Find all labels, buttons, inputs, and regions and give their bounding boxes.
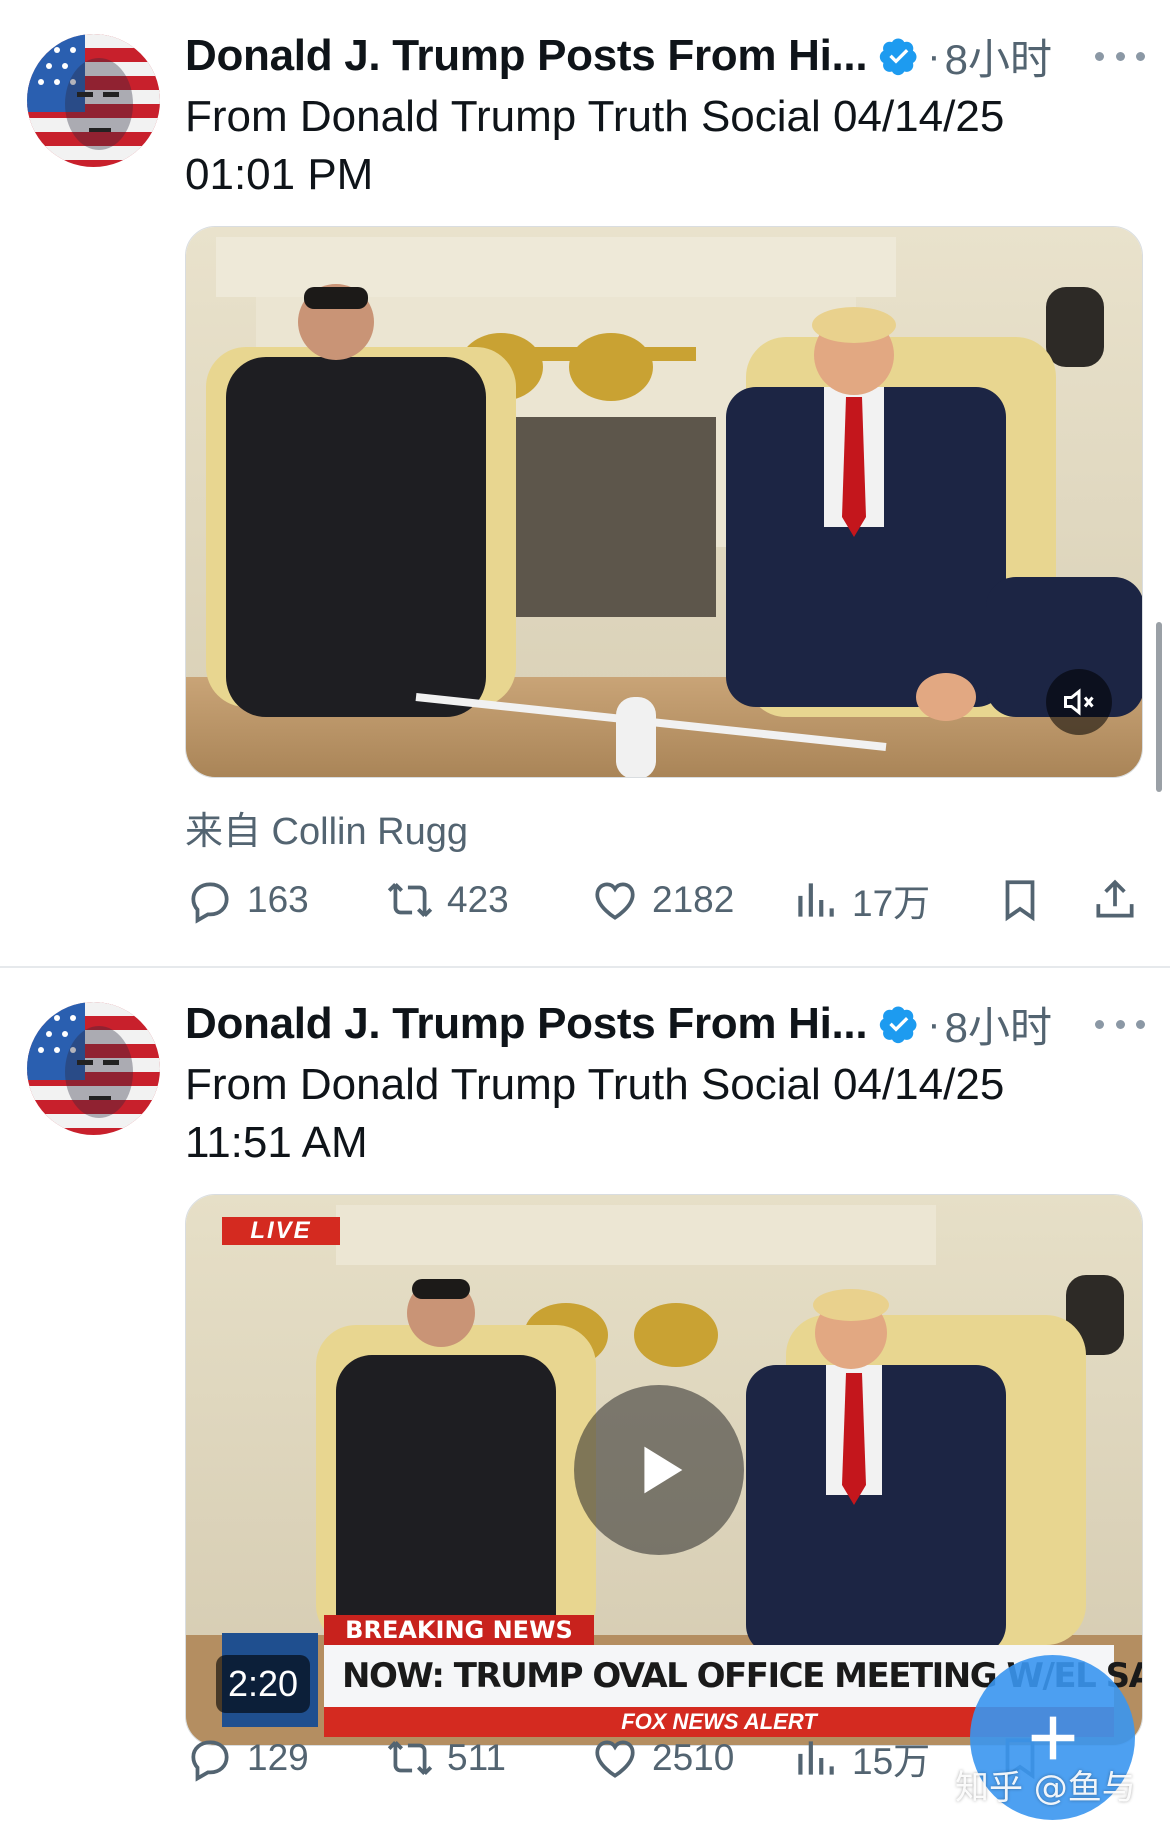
tweet-text-line: 01:01 PM	[185, 150, 374, 199]
retweet-icon	[387, 1741, 433, 1775]
retweet-button[interactable]: 511	[385, 1728, 506, 1788]
bookmark-button[interactable]	[995, 870, 1045, 930]
timestamp[interactable]: 8小时	[945, 26, 1052, 87]
like-button[interactable]: 2510	[590, 1728, 734, 1788]
tweet-text: From Donald Trump Truth Social 04/14/25 …	[185, 1056, 1085, 1172]
source-attribution[interactable]: 来自 Collin Rugg	[185, 800, 468, 855]
scrollbar[interactable]	[1156, 622, 1162, 792]
verified-badge-icon	[880, 38, 917, 76]
video-duration: 2:20	[216, 1655, 311, 1713]
separator: ·	[927, 33, 941, 78]
views-button[interactable]: 17万	[790, 870, 930, 930]
avatar[interactable]	[27, 1002, 160, 1135]
verified-badge-icon	[880, 1006, 917, 1044]
play-icon[interactable]	[574, 1385, 744, 1555]
tweet-text-line: 11:51 AM	[185, 1118, 368, 1167]
like-count: 2182	[652, 879, 735, 920]
like-button[interactable]: 2182	[590, 870, 734, 930]
views-icon	[798, 1741, 834, 1775]
share-button[interactable]	[1090, 870, 1140, 930]
video-frame	[186, 227, 1142, 777]
like-icon	[595, 1740, 635, 1778]
watermark: 知乎 @鱼与	[955, 1768, 1136, 1808]
tweet-card[interactable]: Donald J. Trump Posts From Hi... · 8小时 F…	[0, 0, 1170, 966]
mute-icon[interactable]	[1046, 669, 1112, 735]
retweet-count: 511	[447, 1737, 506, 1778]
more-icon[interactable]	[1095, 1002, 1145, 1046]
retweet-button[interactable]: 423	[385, 870, 509, 930]
timestamp[interactable]: 8小时	[945, 994, 1052, 1055]
avatar[interactable]	[27, 34, 160, 167]
bookmark-icon	[1005, 880, 1035, 922]
retweet-icon	[387, 883, 433, 917]
video-player[interactable]	[185, 226, 1143, 778]
views-button[interactable]: 15万	[790, 1728, 930, 1788]
share-icon	[1096, 879, 1134, 918]
like-icon	[595, 882, 635, 920]
reply-button[interactable]: 163	[185, 870, 309, 930]
breaking-news-banner: BREAKING NEWS	[324, 1615, 594, 1645]
author-name[interactable]: Donald J. Trump Posts From Hi...	[185, 999, 868, 1049]
video-player[interactable]: LIVE BREAKING NEWS NOW: TRUMP OVAL OFFIC…	[185, 1194, 1143, 1746]
tweet-text: From Donald Trump Truth Social 04/14/25 …	[185, 88, 1085, 204]
tweet-text-line: From Donald Trump Truth Social 04/14/25	[185, 1060, 1005, 1109]
like-count: 2510	[652, 1737, 735, 1778]
views-count: 17万	[852, 883, 931, 924]
live-badge: LIVE	[222, 1217, 340, 1245]
more-icon[interactable]	[1095, 34, 1145, 78]
views-icon	[798, 883, 834, 917]
tweet-text-line: From Donald Trump Truth Social 04/14/25	[185, 92, 1005, 141]
reply-count: 129	[247, 1737, 309, 1778]
reply-count: 163	[247, 879, 309, 920]
author-name[interactable]: Donald J. Trump Posts From Hi...	[185, 31, 868, 81]
reply-button[interactable]: 129	[185, 1728, 309, 1788]
retweet-count: 423	[447, 879, 509, 920]
reply-icon	[191, 882, 229, 924]
action-bar: 163 423 2182 17万	[185, 870, 1145, 930]
reply-icon	[191, 1740, 229, 1782]
separator: ·	[927, 1001, 941, 1046]
views-count: 15万	[852, 1741, 931, 1782]
